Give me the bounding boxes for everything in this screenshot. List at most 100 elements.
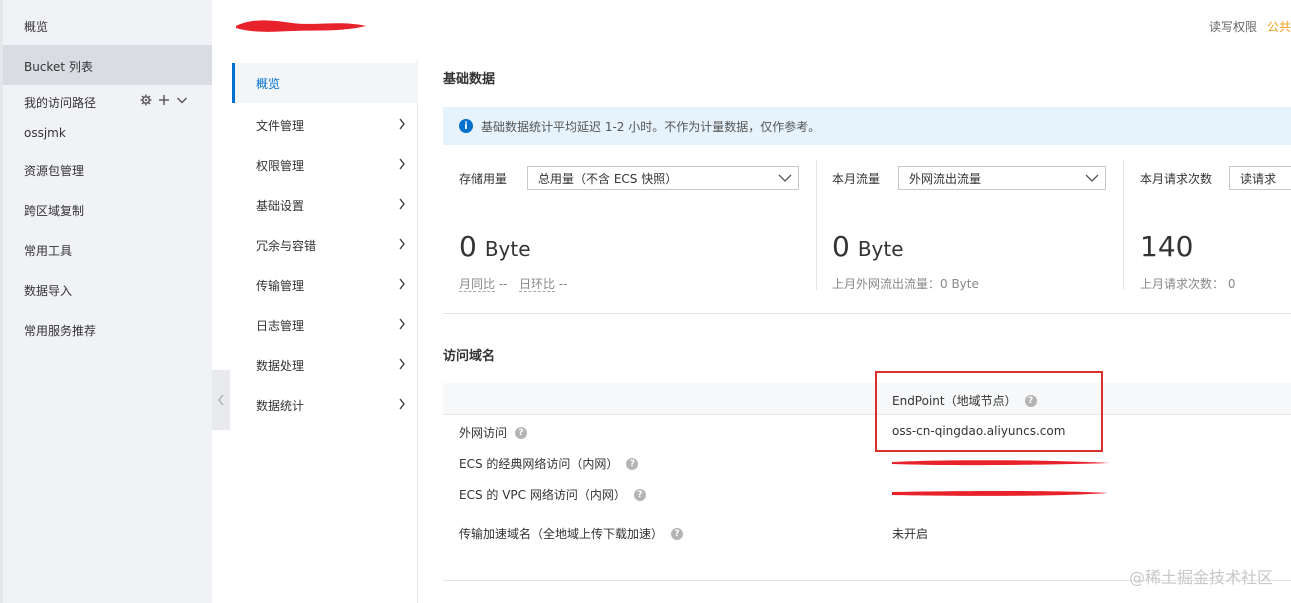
stat-number: 0 <box>832 230 850 263</box>
domains-title: 访问域名 <box>443 349 496 364</box>
stat-label: 存储用量 <box>459 172 508 186</box>
stat-value: 0 Byte <box>832 230 904 263</box>
chevron-right-icon <box>399 278 405 290</box>
subnav-item-log-management[interactable]: 日志管理 <box>232 305 418 345</box>
last-month-traffic: 上月外网流出流量：0 Byte <box>832 277 979 291</box>
row-label-text: ECS 的经典网络访问（内网） <box>459 457 619 471</box>
subnav-item-permission-management[interactable]: 权限管理 <box>232 145 418 185</box>
subnav-item-data-processing[interactable]: 数据处理 <box>232 345 418 385</box>
chevron-down-icon <box>1085 174 1099 182</box>
day-over-day-label: 日环比 <box>518 277 555 292</box>
stat-label: 本月请求次数 <box>1140 172 1213 186</box>
sidebar-collapse-handle[interactable] <box>212 370 230 430</box>
chevron-down-icon[interactable] <box>176 94 188 106</box>
domain-row-label-acceleration: 传输加速域名（全地域上传下载加速） ? <box>459 525 684 542</box>
sidebar-item-overview[interactable]: 概览 <box>24 18 48 35</box>
permission-label: 读写权限 <box>1208 20 1257 34</box>
notice-text: 基础数据统计平均延迟 1-2 小时。不作为计量数据，仅作参考。 <box>481 119 821 134</box>
stat-value: 0 Byte <box>459 230 531 263</box>
subnav-label: 冗余与容错 <box>256 238 317 253</box>
help-icon[interactable]: ? <box>515 426 528 439</box>
request-type-select[interactable]: 读请求 <box>1229 166 1291 190</box>
stat-divider <box>816 160 817 290</box>
stat-label: 本月流量 <box>832 172 881 186</box>
classic-endpoint-redaction <box>892 460 1110 466</box>
subnav-label: 日志管理 <box>256 318 305 333</box>
domain-row-label-public: 外网访问 ? <box>459 424 528 441</box>
basic-data-title: 基础数据 <box>443 72 496 87</box>
subnav-item-overview[interactable]: 概览 <box>232 63 418 103</box>
watermark: @稀土掘金技术社区 <box>1128 568 1273 587</box>
chevron-right-icon <box>399 238 405 250</box>
endpoint-highlight-box <box>875 371 1103 452</box>
info-notice: i 基础数据统计平均延迟 1-2 小时。不作为计量数据，仅作参考。 <box>443 107 1291 145</box>
help-icon[interactable]: ? <box>633 488 646 501</box>
sidebar-item-data-import[interactable]: 数据导入 <box>24 282 72 299</box>
select-value: 总用量（不含 ECS 快照） <box>538 171 678 186</box>
stat-traffic: 本月流量 外网流出流量 0 Byte 上月外网流出流量：0 Byte <box>832 160 1112 310</box>
stat-storage: 存储用量 总用量（不含 ECS 快照） 0 Byte 月同比 -- 日环比 -- <box>459 160 804 310</box>
day-over-day-value: -- <box>558 277 568 291</box>
subnav-item-basic-settings[interactable]: 基础设置 <box>232 185 418 225</box>
subnav-item-redundancy[interactable]: 冗余与容错 <box>232 225 418 265</box>
plus-icon[interactable] <box>158 94 170 106</box>
traffic-type-select[interactable]: 外网流出流量 <box>898 166 1106 190</box>
select-value: 读请求 <box>1240 171 1277 186</box>
section-divider <box>443 313 1291 314</box>
help-icon[interactable]: ? <box>626 457 639 470</box>
subnav-label: 数据统计 <box>256 398 305 413</box>
stat-number: 140 <box>1140 230 1194 263</box>
row-label-text: 外网访问 <box>459 426 508 440</box>
stat-unit: Byte <box>484 237 531 261</box>
subnav-label: 文件管理 <box>256 118 305 133</box>
subnav-label: 数据处理 <box>256 358 305 373</box>
chevron-down-icon <box>778 174 792 182</box>
subnav-item-transfer-management[interactable]: 传输管理 <box>232 265 418 305</box>
chevron-left-icon <box>218 394 224 406</box>
sidebar-item-common-tools[interactable]: 常用工具 <box>24 242 72 259</box>
vpc-endpoint-redaction <box>892 491 1108 496</box>
month-over-month-value: -- <box>498 277 508 291</box>
sidebar-item-ossjmk[interactable]: ossjmk <box>24 126 66 140</box>
subnav-label: 概览 <box>256 76 281 91</box>
subnav-item-file-management[interactable]: 文件管理 <box>232 105 418 145</box>
permission-value: 公共 <box>1266 20 1291 34</box>
domains-table-header <box>443 383 1291 415</box>
bucket-permission-info: 读写权限 公共 <box>1209 18 1291 35</box>
chevron-right-icon <box>399 158 405 170</box>
row-label-text: 传输加速域名（全地域上传下载加速） <box>459 527 664 541</box>
sidebar: 概览 Bucket 列表 我的访问路径 ossjmk 资源包管理 跨区域复制 常… <box>0 0 212 603</box>
sidebar-item-recommended-services[interactable]: 常用服务推荐 <box>24 322 96 339</box>
chevron-right-icon <box>399 358 405 370</box>
bucket-subnav: 概览 文件管理 权限管理 基础设置 冗余与容错 传输管理 日志管理 数据处理 数… <box>232 60 418 603</box>
subnav-item-data-statistics[interactable]: 数据统计 <box>232 385 418 425</box>
bucket-name-redaction <box>236 20 366 32</box>
chevron-right-icon <box>399 398 405 410</box>
gear-icon[interactable] <box>140 94 152 106</box>
stat-value: 140 <box>1140 230 1193 263</box>
subnav-label: 权限管理 <box>256 158 305 173</box>
last-month-requests: 上月请求次数： 0 <box>1140 277 1236 291</box>
stat-unit: Byte <box>857 237 904 261</box>
sidebar-path-tools <box>140 94 188 106</box>
sidebar-item-my-paths[interactable]: 我的访问路径 <box>24 94 96 111</box>
info-icon: i <box>459 119 473 133</box>
sidebar-item-cross-region-replication[interactable]: 跨区域复制 <box>24 202 84 219</box>
stat-number: 0 <box>459 230 477 263</box>
subnav-label: 基础设置 <box>256 198 305 213</box>
sidebar-item-bucket-list[interactable]: Bucket 列表 <box>24 58 93 75</box>
month-over-month-label: 月同比 <box>459 277 496 292</box>
stat-requests: 本月请求次数 读请求 140 上月请求次数： 0 <box>1140 160 1291 310</box>
chevron-right-icon <box>399 118 405 130</box>
sidebar-item-resource-packages[interactable]: 资源包管理 <box>24 162 84 179</box>
chevron-right-icon <box>399 318 405 330</box>
domain-row-label-classic-intranet: ECS 的经典网络访问（内网） ? <box>459 455 639 472</box>
chevron-right-icon <box>399 198 405 210</box>
stat-compare: 月同比 -- 日环比 -- <box>459 275 567 292</box>
subnav-label: 传输管理 <box>256 278 305 293</box>
help-icon[interactable]: ? <box>671 527 684 540</box>
domain-row-label-vpc-intranet: ECS 的 VPC 网络访问（内网） ? <box>459 486 646 503</box>
storage-type-select[interactable]: 总用量（不含 ECS 快照） <box>527 166 799 190</box>
acceleration-status: 未开启 <box>892 527 929 541</box>
select-value: 外网流出流量 <box>909 171 982 186</box>
